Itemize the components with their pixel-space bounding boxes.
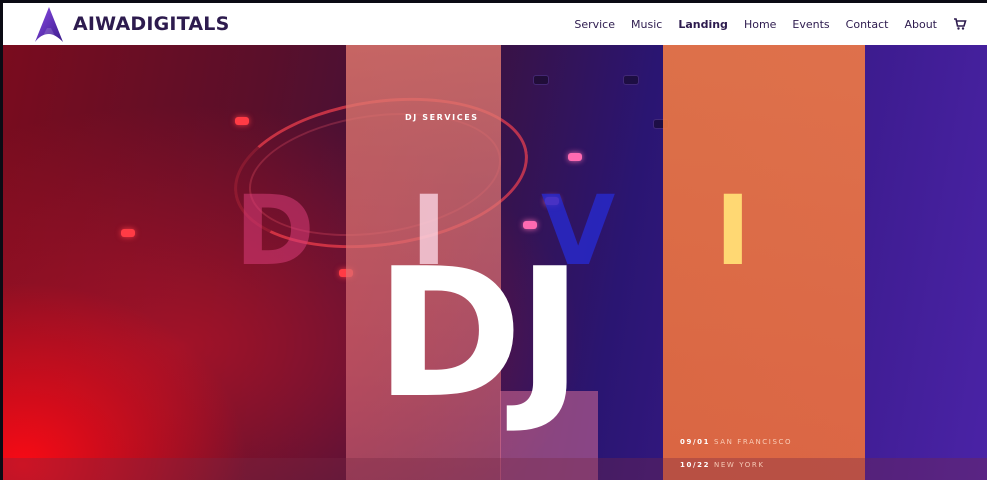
deck-button bbox=[623, 75, 639, 85]
event-city: NEW YORK bbox=[714, 461, 765, 469]
brand-name: AIWADIGITALS bbox=[73, 13, 230, 35]
deck-button bbox=[533, 75, 549, 85]
nav-item-about[interactable]: About bbox=[904, 18, 937, 31]
hero-letter-d: D bbox=[235, 175, 315, 287]
nav-item-home[interactable]: Home bbox=[744, 18, 776, 31]
nav-item-contact[interactable]: Contact bbox=[846, 18, 889, 31]
deck-pad-light bbox=[523, 221, 537, 229]
event-date: 10/22 bbox=[680, 461, 711, 469]
event-item[interactable]: 10/22 NEW YORK bbox=[680, 461, 765, 469]
deck-knob-light bbox=[235, 117, 249, 125]
bottom-band bbox=[3, 458, 987, 480]
overlay-column-orange bbox=[663, 45, 865, 480]
shopping-cart-icon[interactable] bbox=[953, 17, 967, 31]
hero-section: DJ SERVICES D I V I DJ 09/01 SAN FRANCISC… bbox=[3, 45, 987, 480]
hero-kicker: DJ SERVICES bbox=[405, 113, 479, 122]
event-item[interactable]: 09/01 SAN FRANCISCO bbox=[680, 438, 792, 446]
event-date: 09/01 bbox=[680, 438, 711, 446]
nav-item-events[interactable]: Events bbox=[792, 18, 829, 31]
brand[interactable]: AIWADIGITALS bbox=[27, 3, 229, 45]
nav-item-service[interactable]: Service bbox=[574, 18, 615, 31]
event-city: SAN FRANCISCO bbox=[714, 438, 793, 446]
hero-letter-i-yellow: I bbox=[715, 175, 751, 287]
site-header: AIWADIGITALS Service Music Landing Home … bbox=[3, 3, 987, 45]
page: AIWADIGITALS Service Music Landing Home … bbox=[0, 0, 987, 480]
main-nav: Service Music Landing Home Events Contac… bbox=[558, 3, 967, 45]
aiwadigitals-logo-icon bbox=[27, 4, 71, 44]
nav-item-music[interactable]: Music bbox=[631, 18, 662, 31]
hero-headline: DJ bbox=[375, 230, 583, 437]
deck-knob-light bbox=[121, 229, 135, 237]
deck-pad-light bbox=[568, 153, 582, 161]
nav-item-landing[interactable]: Landing bbox=[678, 18, 728, 31]
